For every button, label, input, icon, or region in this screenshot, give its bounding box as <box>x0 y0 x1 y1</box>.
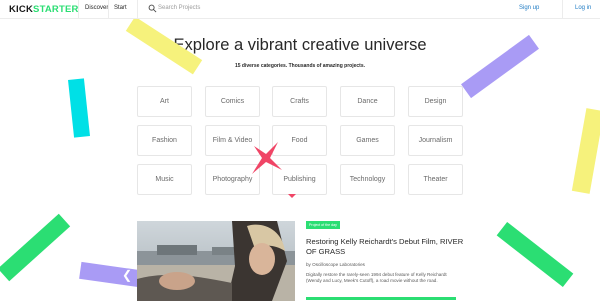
category-games[interactable]: Games <box>340 125 395 156</box>
featured-project-card[interactable]: Project of the day Restoring Kelly Reich… <box>306 221 464 301</box>
confetti-yellow-right <box>571 108 600 194</box>
project-of-the-day-badge: Project of the day <box>306 221 340 229</box>
kickstarter-logo[interactable]: KICKSTARTER <box>9 4 79 15</box>
category-fashion[interactable]: Fashion <box>137 125 192 156</box>
project-description: Digitally restore the rarely-seen 1994 d… <box>306 272 447 284</box>
project-title[interactable]: Restoring Kelly Reichardt's Debut Film, … <box>306 237 466 257</box>
category-dance[interactable]: Dance <box>340 86 395 117</box>
confetti-cyan-left <box>68 78 90 138</box>
category-technology[interactable]: Technology <box>340 164 395 195</box>
start-link[interactable]: Start <box>114 5 127 11</box>
category-music[interactable]: Music <box>137 164 192 195</box>
chevron-left-icon[interactable]: ❮ <box>122 268 132 282</box>
project-creator[interactable]: by Oscilloscope Laboratories <box>306 262 365 267</box>
category-design[interactable]: Design <box>408 86 463 117</box>
badge-label: Project of the day <box>309 223 337 227</box>
nav-divider <box>562 0 563 18</box>
category-crafts[interactable]: Crafts <box>272 86 327 117</box>
logo-kick-text: KICK <box>9 4 34 15</box>
log-in-link[interactable]: Log in <box>575 5 591 11</box>
nav-divider <box>137 0 138 18</box>
search-icon[interactable] <box>148 4 157 13</box>
funding-progress-fill <box>306 297 456 300</box>
sign-up-link[interactable]: Sign up <box>519 5 539 11</box>
confetti-red-star <box>252 142 282 174</box>
category-journalism[interactable]: Journalism <box>408 125 463 156</box>
category-comics[interactable]: Comics <box>205 86 260 117</box>
project-photo[interactable] <box>137 221 295 301</box>
confetti-green-right <box>496 221 574 288</box>
category-theater[interactable]: Theater <box>408 164 463 195</box>
funding-progress-bar <box>306 297 456 300</box>
logo-starter-text: STARTER <box>33 4 79 15</box>
nav-divider <box>78 0 79 18</box>
discover-link[interactable]: Discover <box>85 5 108 11</box>
category-caret-indicator <box>288 194 296 198</box>
category-art[interactable]: Art <box>137 86 192 117</box>
search-input[interactable]: Search Projects <box>158 5 200 11</box>
nav-divider <box>108 0 109 18</box>
top-navigation-bar: KICKSTARTER Discover Start Search Projec… <box>0 0 600 19</box>
confetti-green-left <box>0 213 71 282</box>
